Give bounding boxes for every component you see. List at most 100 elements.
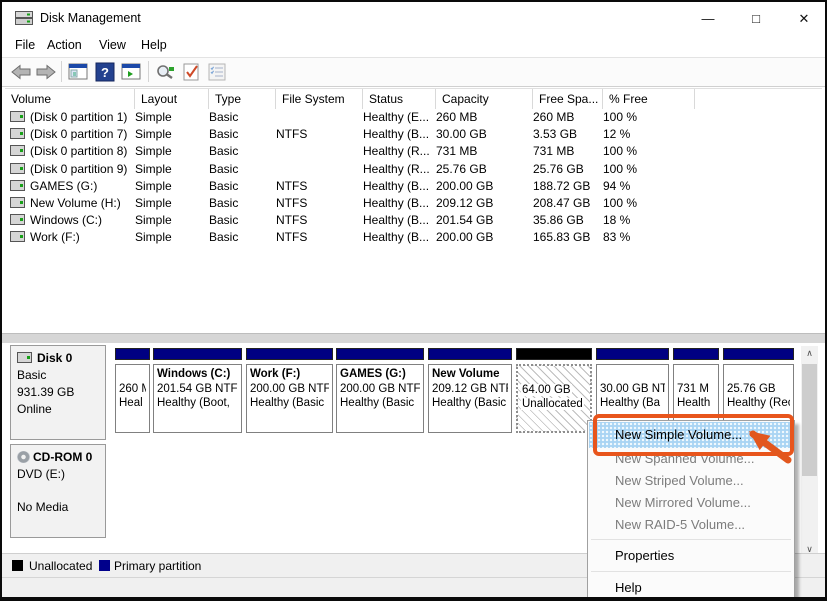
partition-size: 200.00 GB NTF: [250, 382, 329, 397]
partition-size: 209.12 GB NTF: [432, 382, 508, 397]
table-row[interactable]: New Volume (H:) Simple Basic NTFS Health…: [5, 195, 822, 212]
disk0-panel[interactable]: Disk 0 Basic 931.39 GB Online: [10, 345, 106, 440]
menu-item-properties[interactable]: Properties: [589, 543, 793, 568]
partition-status: Healthy (Ba: [600, 396, 665, 411]
vertical-scrollbar[interactable]: ∧ ∨: [801, 346, 818, 558]
column-header-layout[interactable]: Layout: [135, 89, 209, 109]
table-row[interactable]: Work (F:) Simple Basic NTFS Healthy (B..…: [5, 229, 822, 246]
table-row[interactable]: GAMES (G:) Simple Basic NTFS Healthy (B.…: [5, 178, 822, 195]
column-header-capacity[interactable]: Capacity: [436, 89, 533, 109]
cell-capacity: 25.76 GB: [436, 161, 487, 178]
column-header-percent-free[interactable]: % Free: [603, 89, 695, 109]
volume-name: Windows (C:): [30, 213, 102, 227]
maximize-button[interactable]: □: [738, 7, 774, 31]
disk-icon: [17, 352, 32, 363]
primary-partition-legend-swatch: [99, 560, 110, 571]
check-icon[interactable]: [180, 61, 202, 83]
annotation-arrow-icon: [736, 418, 798, 466]
cell-status: Healthy (B...: [363, 195, 429, 212]
cell-capacity: 260 MB: [436, 109, 477, 126]
cell-layout: Simple: [135, 195, 172, 212]
partition-name: Work (F:): [250, 367, 329, 382]
partition-status: Health: [677, 396, 715, 411]
volume-icon: [10, 128, 25, 139]
column-header-free-space[interactable]: Free Spa...: [533, 89, 603, 109]
partition-name: [119, 367, 146, 382]
cell-free-space: 731 MB: [533, 143, 574, 160]
partition-size: 731 M: [677, 382, 715, 397]
column-header-status[interactable]: Status: [363, 89, 436, 109]
console-tree-icon[interactable]: [67, 61, 89, 83]
cdrom-panel[interactable]: CD-ROM 0 DVD (E:) No Media: [10, 444, 106, 538]
partition-status: Unallocated: [521, 398, 584, 410]
partition-block-work-f[interactable]: Work (F:) 200.00 GB NTF Healthy (Basic: [246, 348, 333, 433]
scroll-up-icon[interactable]: ∧: [801, 346, 818, 362]
partition-block-games-g[interactable]: GAMES (G:) 200.00 GB NTF Healthy (Basic: [336, 348, 424, 433]
column-header-volume[interactable]: Volume: [5, 89, 135, 109]
menu-separator: [591, 571, 791, 572]
disk-management-window: Disk Management — □ ✕ File Action View H…: [0, 0, 827, 601]
partition-status: Healthy (Basic: [432, 396, 508, 411]
cell-type: Basic: [209, 195, 238, 212]
back-icon[interactable]: [10, 61, 32, 83]
menu-item-help[interactable]: Help: [589, 575, 793, 600]
volume-icon: [10, 231, 25, 242]
primary-partition-strip: [115, 348, 150, 360]
cell-capacity: 731 MB: [436, 143, 477, 160]
menu-bar: File Action View Help: [2, 34, 825, 57]
cell-capacity: 30.00 GB: [436, 126, 487, 143]
cell-status: Healthy (B...: [363, 212, 429, 229]
cdrom-icon: [17, 451, 30, 463]
cell-percent-free: 83 %: [603, 229, 630, 246]
volume-icon: [10, 197, 25, 208]
cdrom-name: CD-ROM 0: [33, 450, 92, 464]
disk-size: 931.39 GB: [17, 385, 99, 399]
cell-layout: Simple: [135, 229, 172, 246]
volume-list: (Disk 0 partition 1) Simple Basic Health…: [5, 109, 822, 333]
column-header-type[interactable]: Type: [209, 89, 276, 109]
menu-separator: [591, 539, 791, 540]
table-row[interactable]: (Disk 0 partition 7) Simple Basic NTFS H…: [5, 126, 822, 143]
menu-file[interactable]: File: [15, 38, 35, 52]
partition-block-efi[interactable]: 260 M Heal: [115, 348, 150, 433]
column-header-file-system[interactable]: File System: [276, 89, 363, 109]
cdrom-drive: DVD (E:): [17, 467, 99, 481]
table-row[interactable]: (Disk 0 partition 1) Simple Basic Health…: [5, 109, 822, 126]
scrollbar-thumb[interactable]: [802, 364, 817, 476]
menu-help[interactable]: Help: [141, 38, 167, 52]
help-icon[interactable]: ?: [94, 61, 116, 83]
minimize-button[interactable]: —: [690, 7, 726, 31]
volume-icon: [10, 163, 25, 174]
toolbar-separator: [61, 61, 62, 82]
volume-name: (Disk 0 partition 1): [30, 110, 127, 124]
forward-icon[interactable]: [35, 61, 57, 83]
disk-status: Online: [17, 402, 99, 416]
cell-file-system: NTFS: [276, 195, 307, 212]
menu-action[interactable]: Action: [47, 38, 82, 52]
toolbar-separator: [148, 61, 149, 82]
action-pane-icon[interactable]: [120, 61, 142, 83]
partition-block-unallocated[interactable]: 64.00 GB Unallocated: [516, 348, 592, 433]
volume-name: (Disk 0 partition 8): [30, 144, 127, 158]
properties-icon[interactable]: [154, 61, 176, 83]
cell-file-system: NTFS: [276, 229, 307, 246]
table-row[interactable]: Windows (C:) Simple Basic NTFS Healthy (…: [5, 212, 822, 229]
table-row[interactable]: (Disk 0 partition 9) Simple Basic Health…: [5, 161, 822, 178]
partition-block-new-volume[interactable]: New Volume 209.12 GB NTF Healthy (Basic: [428, 348, 512, 433]
cell-type: Basic: [209, 178, 238, 195]
unallocated-legend-label: Unallocated: [29, 558, 92, 574]
partition-name: [677, 367, 715, 382]
cell-layout: Simple: [135, 109, 172, 126]
close-button[interactable]: ✕: [786, 7, 822, 31]
cell-file-system: NTFS: [276, 178, 307, 195]
cell-percent-free: 100 %: [603, 195, 637, 212]
unallocated-strip: [516, 348, 592, 360]
list-icon[interactable]: [206, 61, 228, 83]
menu-view[interactable]: View: [99, 38, 126, 52]
table-row[interactable]: (Disk 0 partition 8) Simple Basic Health…: [5, 143, 822, 160]
toolbar: ?: [2, 57, 825, 87]
partition-block-windows-c[interactable]: Windows (C:) 201.54 GB NTF Healthy (Boot…: [153, 348, 242, 433]
partition-status: Healthy (Rec: [727, 396, 790, 411]
cell-status: Healthy (R...: [363, 143, 430, 160]
cell-free-space: 188.72 GB: [533, 178, 590, 195]
